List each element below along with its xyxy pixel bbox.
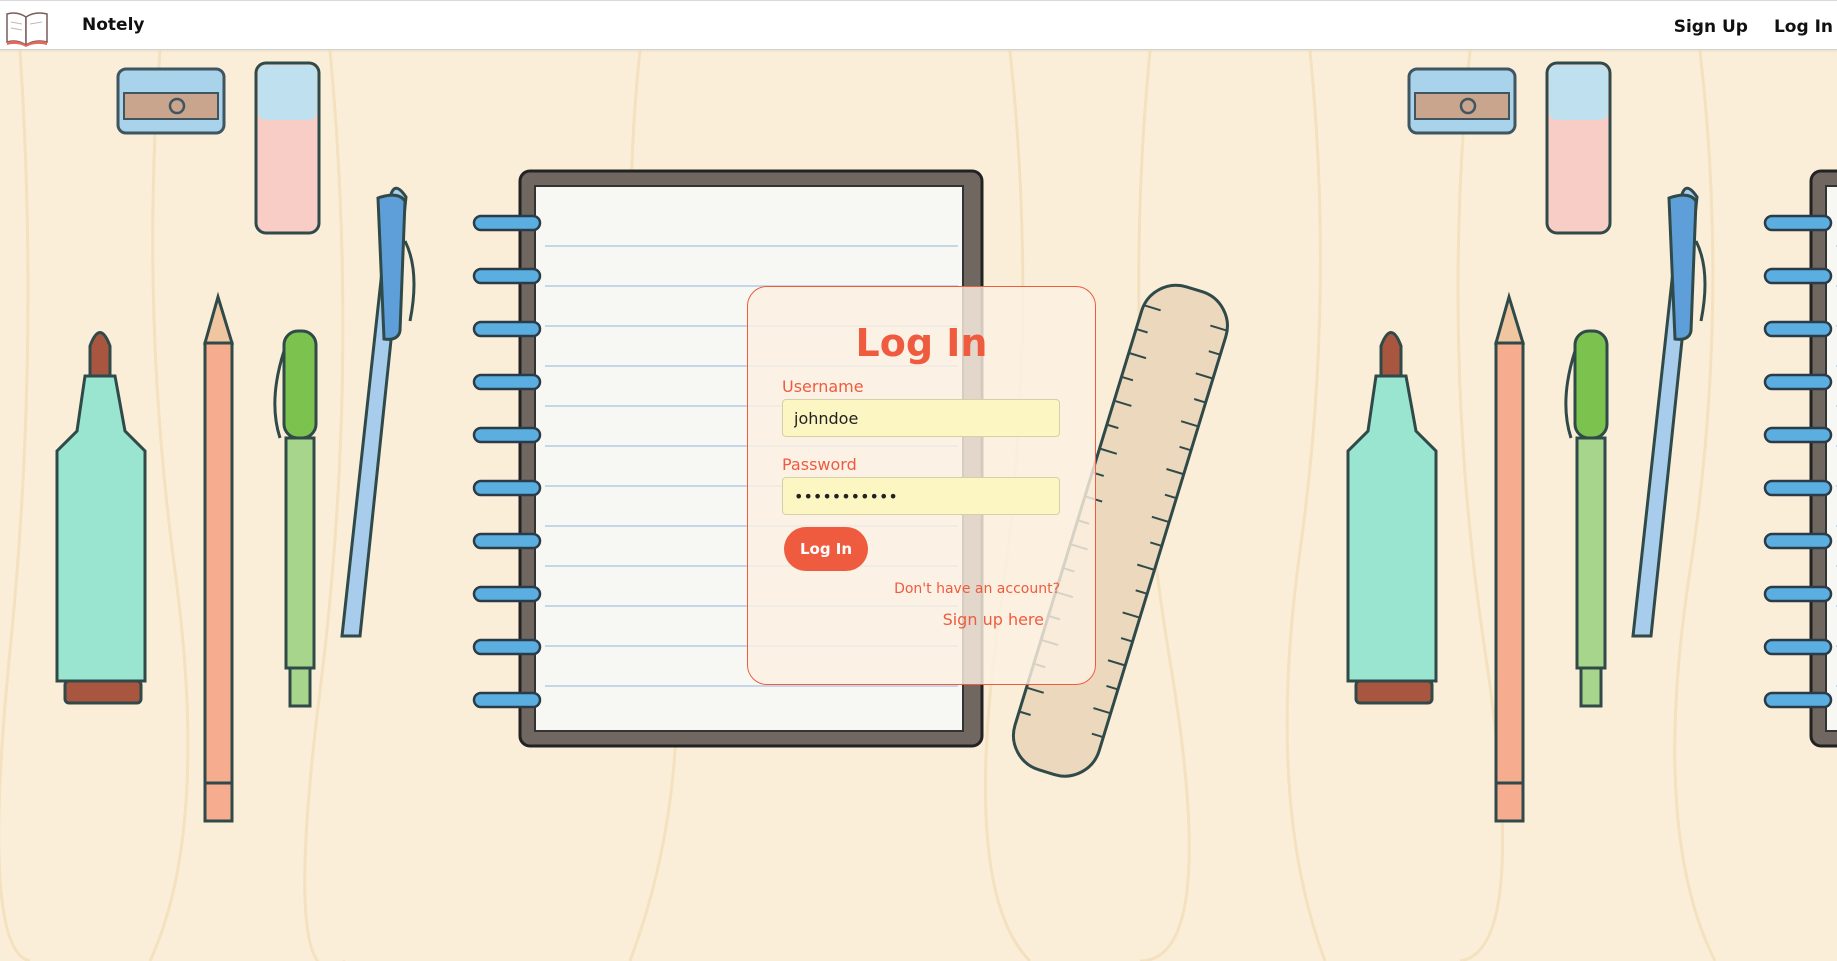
nav-links: Sign Up Log In: [1674, 17, 1833, 37]
open-book-icon[interactable]: [4, 6, 50, 48]
login-title: Log In: [855, 321, 988, 365]
password-label: Password: [782, 455, 857, 474]
sign-up-here-link[interactable]: Sign up here: [943, 610, 1044, 629]
navbar: Notely Sign Up Log In: [0, 0, 1837, 50]
brand-name[interactable]: Notely: [82, 15, 144, 35]
log-in-button[interactable]: Log In: [784, 527, 868, 571]
nav-log-in-link[interactable]: Log In: [1774, 17, 1833, 37]
password-input[interactable]: [782, 477, 1060, 515]
username-input[interactable]: [782, 399, 1060, 437]
username-label: Username: [782, 377, 864, 396]
login-card: Log In Username Password Log In Don't ha…: [747, 286, 1096, 685]
nav-sign-up-link[interactable]: Sign Up: [1674, 17, 1748, 37]
no-account-text: Don't have an account?: [894, 581, 1060, 597]
